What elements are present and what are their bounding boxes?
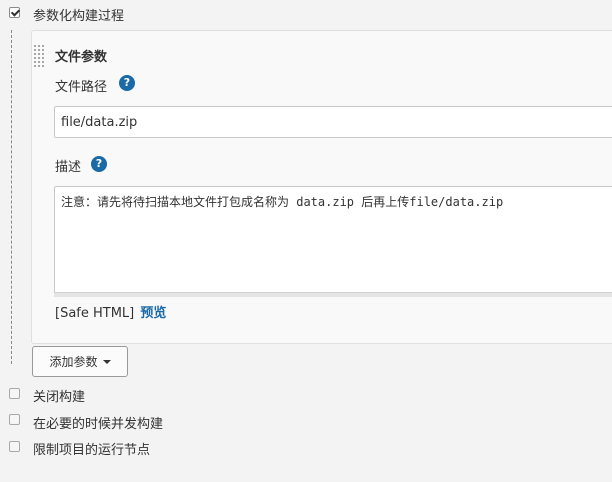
textarea-resize-handle[interactable] [54,292,612,297]
restrict-node-checkbox[interactable] [9,441,20,452]
description-textarea[interactable]: 注意：请先将待扫描本地文件打包成名称为 data.zip 后再上传file/da… [54,186,612,296]
concurrent-build-checkbox[interactable] [9,414,20,425]
help-icon[interactable]: ? [119,75,135,91]
caret-down-icon [102,359,111,364]
disable-build-label: 关闭构建 [33,390,86,405]
add-parameter-label: 添加参数 [49,355,98,369]
help-icon[interactable]: ? [91,156,107,172]
file-path-label: 文件路径 [55,80,108,95]
nesting-guide [11,30,12,364]
parameterized-label: 参数化构建过程 [33,9,125,24]
safe-html-note: [Safe HTML] 预览 [55,302,166,321]
drag-handle-icon[interactable] [33,44,46,68]
add-parameter-button[interactable]: 添加参数 [32,346,128,377]
disable-build-checkbox[interactable] [9,388,20,399]
preview-link[interactable]: 预览 [140,306,166,321]
restrict-node-label: 限制项目的运行节点 [33,443,151,458]
parameterized-checkbox[interactable] [9,7,20,18]
file-parameter-title: 文件参数 [55,50,108,65]
concurrent-build-label: 在必要的时候并发构建 [33,417,164,432]
description-label: 描述 [55,160,82,175]
file-path-input[interactable] [54,106,612,138]
safe-html-label: [Safe HTML] [55,306,135,321]
